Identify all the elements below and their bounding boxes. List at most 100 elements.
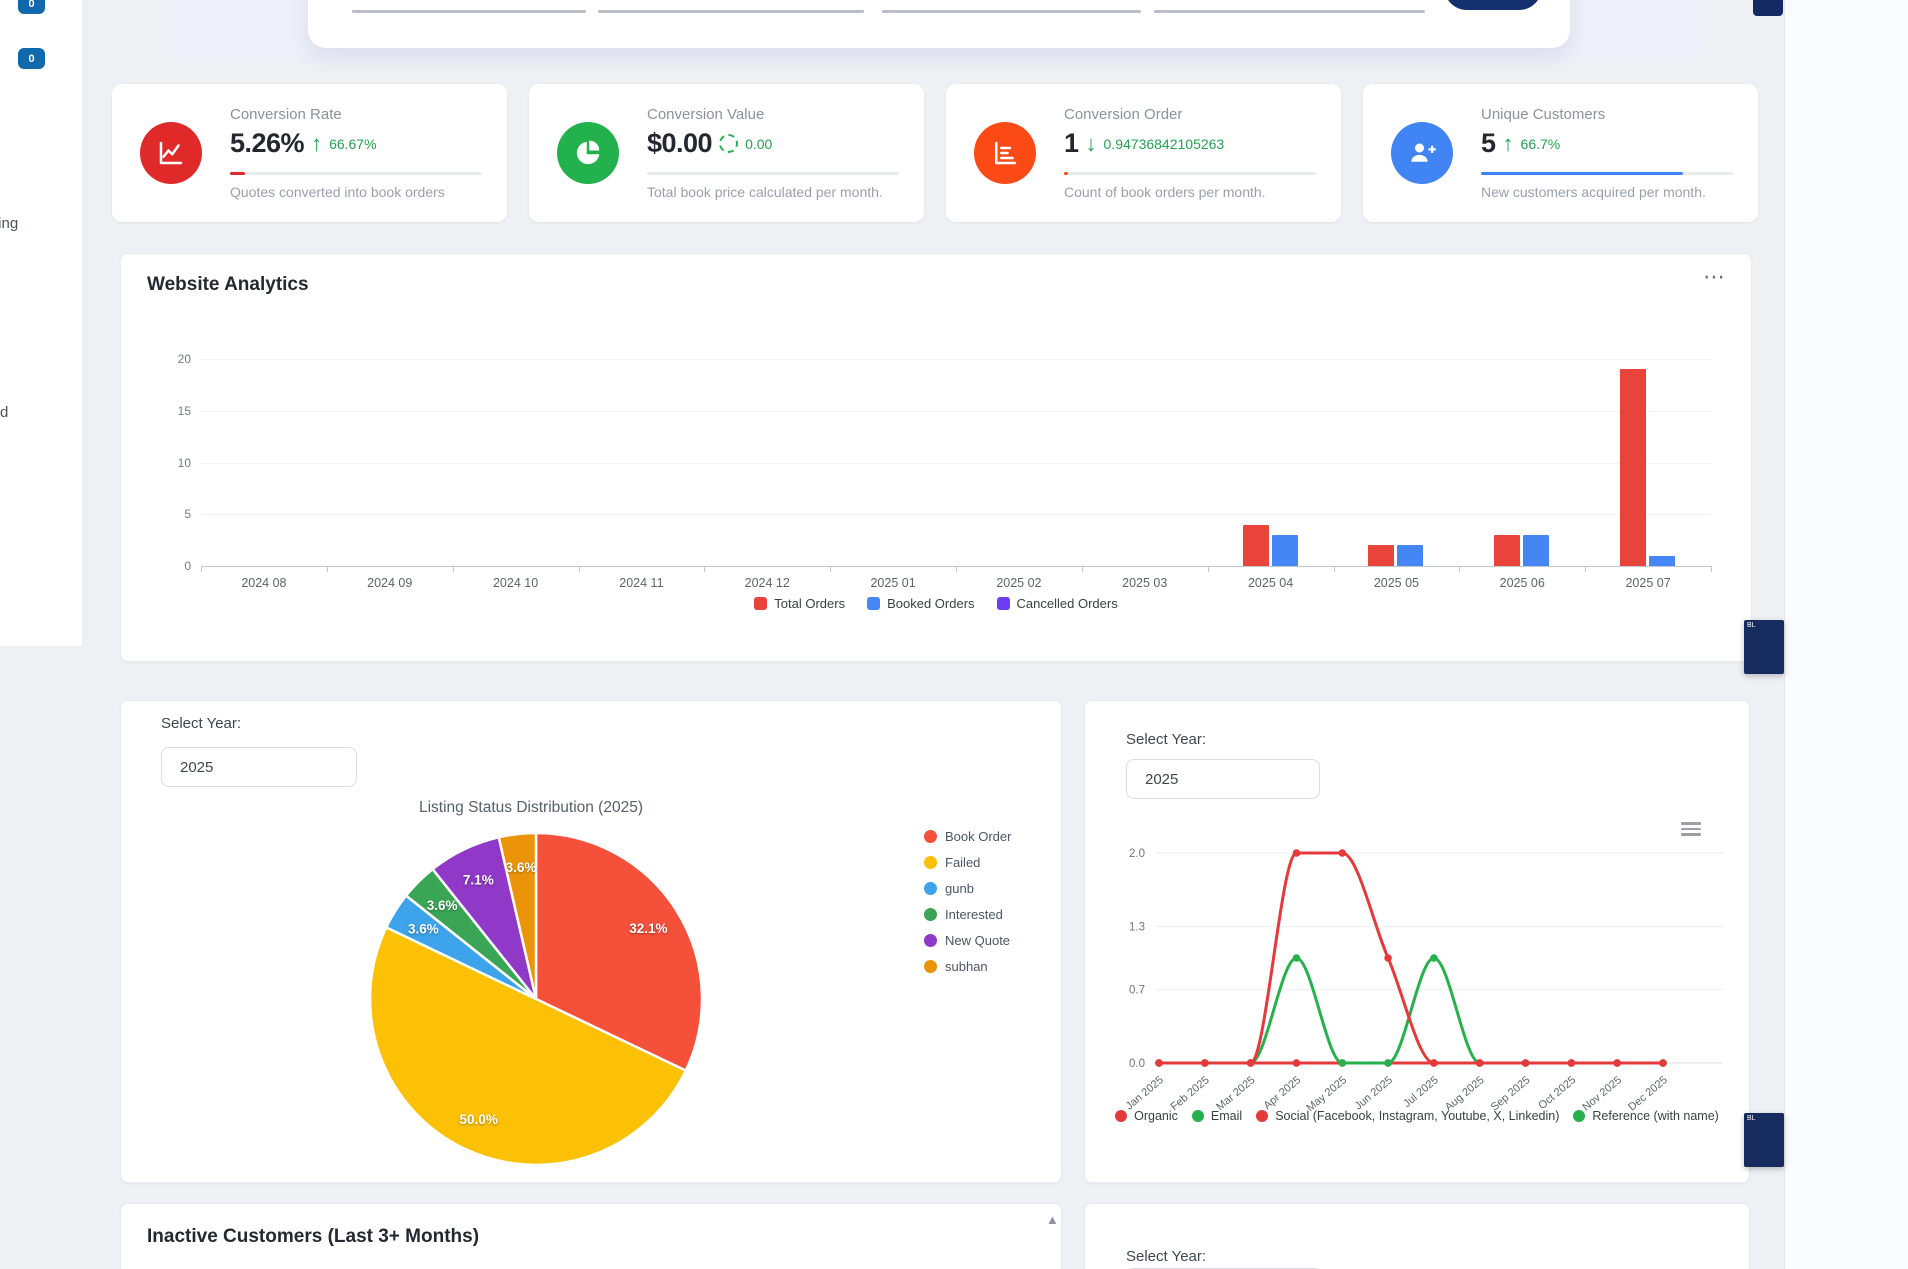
filter-input[interactable]: [352, 10, 586, 13]
x-axis-label: Feb 2025: [1168, 1074, 1211, 1113]
axis-tick: [1207, 566, 1209, 572]
filter-submit-button[interactable]: [1444, 0, 1542, 10]
floating-widget-fragment[interactable]: [1753, 0, 1783, 16]
stat-title: Unique Customers: [1481, 106, 1606, 123]
pie-chart-icon: [557, 122, 619, 184]
bar-booked-orders[interactable]: [1649, 555, 1676, 566]
legend-swatch: [924, 830, 937, 843]
legend-swatch: [996, 597, 1010, 610]
data-point[interactable]: [1384, 1059, 1392, 1067]
data-point[interactable]: [1567, 1059, 1576, 1067]
x-axis-label: Nov 2025: [1580, 1074, 1624, 1113]
data-point[interactable]: [1155, 1059, 1163, 1067]
legend-item[interactable]: subhan: [924, 959, 1011, 974]
data-point[interactable]: [1430, 1059, 1438, 1067]
filter-input[interactable]: [598, 10, 864, 13]
gridline: [201, 514, 1711, 516]
x-axis-label: 2024 09: [367, 576, 413, 590]
progress-track: [647, 172, 899, 175]
legend-item[interactable]: Organic: [1115, 1109, 1178, 1123]
bar-booked-orders[interactable]: [1523, 534, 1550, 566]
x-axis-label: Jun 2025: [1353, 1074, 1395, 1112]
data-point[interactable]: [1475, 1059, 1484, 1067]
legend-swatch: [924, 960, 937, 973]
filter-card: [308, 0, 1570, 48]
bar-total-orders[interactable]: [1620, 369, 1647, 566]
collapse-triangle-icon[interactable]: ▲: [1046, 1212, 1059, 1227]
x-axis-label: Aug 2025: [1443, 1074, 1487, 1113]
legend-item[interactable]: Cancelled Orders: [996, 596, 1118, 611]
filter-input[interactable]: [1154, 10, 1425, 13]
x-axis-label: Dec 2025: [1626, 1074, 1670, 1113]
floating-widget[interactable]: BL: [1744, 1113, 1784, 1167]
legend-item[interactable]: Total Orders: [754, 596, 845, 611]
sidebar-count-badge[interactable]: 0: [18, 0, 45, 14]
data-point[interactable]: [1292, 1059, 1301, 1067]
pie-slice-value-label: 7.1%: [463, 872, 494, 887]
data-point[interactable]: [1201, 1059, 1209, 1067]
axis-tick: [452, 566, 454, 572]
gridline: [201, 462, 1711, 464]
legend-item[interactable]: Failed: [924, 855, 1011, 870]
axis-tick: [1081, 566, 1083, 572]
legend-swatch: [754, 597, 768, 610]
legend-item[interactable]: Reference (with name): [1573, 1109, 1719, 1123]
bar-total-orders[interactable]: [1368, 545, 1395, 566]
sidebar-item-label[interactable]: ting: [0, 215, 18, 232]
sidebar-count-badge[interactable]: 0: [18, 48, 45, 69]
filter-input[interactable]: [882, 10, 1141, 13]
x-axis-label: Oct 2025: [1536, 1074, 1578, 1112]
data-point[interactable]: [1292, 954, 1301, 962]
bar-total-orders[interactable]: [1242, 524, 1269, 566]
legend-item[interactable]: Interested: [924, 907, 1011, 922]
x-axis-label: 2024 12: [744, 576, 790, 590]
legend-label: Failed: [945, 855, 981, 870]
dashboard-page: 0 0 ting d Conversion Rate 5.26%↑ 66.67% …: [0, 0, 1908, 1269]
pie-slice-value-label: 32.1%: [629, 921, 667, 936]
data-point[interactable]: [1338, 1059, 1347, 1067]
x-axis-label: Jul 2025: [1401, 1074, 1441, 1110]
data-point[interactable]: [1292, 849, 1301, 857]
stat-description: New customers acquired per month.: [1481, 184, 1706, 200]
trend-down-icon: ↓: [1085, 130, 1097, 156]
bar-booked-orders[interactable]: [1397, 545, 1424, 566]
y-axis-label: 5: [184, 507, 191, 522]
sidebar-rail: 0 0 ting d: [0, 0, 82, 646]
data-point[interactable]: [1246, 1059, 1255, 1067]
x-axis-label: 2024 10: [492, 576, 539, 590]
listing-status-card: Select Year: Listing Status Distribution…: [120, 700, 1062, 1183]
data-point[interactable]: [1521, 1059, 1530, 1067]
bar-booked-orders[interactable]: [1271, 534, 1298, 566]
data-point[interactable]: [1659, 1059, 1667, 1067]
x-axis-label: 2025 06: [1499, 576, 1545, 590]
legend-swatch: [1256, 1110, 1269, 1122]
data-point[interactable]: [1384, 954, 1392, 962]
axis-tick: [326, 566, 328, 572]
y-axis-label: 0: [184, 559, 191, 573]
stat-description: Total book price calculated per month.: [647, 184, 883, 200]
monthly-sources-card: Select Year: 0.00.71.32.0Jan 2025Feb 202…: [1084, 700, 1750, 1183]
filter-bar: [165, 0, 1705, 62]
legend-item[interactable]: Booked Orders: [867, 596, 975, 611]
pie-slice-value-label: 3.6%: [408, 922, 439, 937]
legend-item[interactable]: Email: [1191, 1109, 1242, 1123]
floating-widget[interactable]: BL: [1744, 620, 1784, 674]
stat-description: Count of book orders per month.: [1064, 184, 1266, 200]
legend-item[interactable]: Book Order: [924, 829, 1011, 844]
legend-item[interactable]: Social (Facebook, Instagram, Youtube, X,…: [1256, 1109, 1559, 1123]
legend-item[interactable]: gunb: [924, 881, 1011, 896]
x-axis-label: 2024 08: [241, 576, 287, 590]
data-point[interactable]: [1338, 849, 1347, 857]
bar-chart-legend: Total Orders Booked Orders Cancelled Order…: [121, 596, 1751, 611]
bar-total-orders[interactable]: [1494, 534, 1521, 566]
axis-tick: [1333, 566, 1335, 572]
progress-track: [1064, 172, 1316, 175]
progress-track: [230, 172, 482, 175]
legend-item[interactable]: New Quote: [924, 933, 1011, 948]
sidebar-item-label[interactable]: d: [0, 404, 8, 421]
line-chart-legend: Organic Email Social (Facebook, Instagram,…: [1085, 1109, 1749, 1123]
progress-track: [1481, 172, 1733, 175]
data-point[interactable]: [1613, 1059, 1621, 1067]
data-point[interactable]: [1430, 954, 1438, 962]
line-series-email: [1157, 956, 1665, 1065]
